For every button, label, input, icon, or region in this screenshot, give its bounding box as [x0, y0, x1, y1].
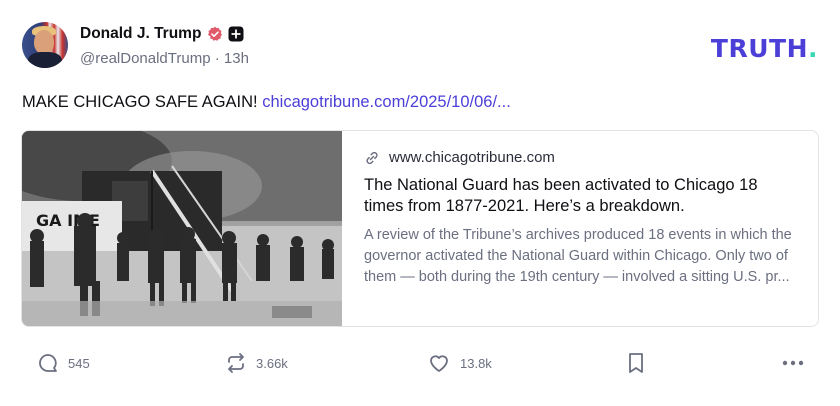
heart-icon [430, 355, 448, 372]
like-count: 13.8k [460, 355, 492, 371]
link-domain-row: www.chicagotribune.com [364, 149, 798, 166]
more-button[interactable] [782, 345, 813, 381]
link-icon [366, 151, 378, 164]
post-body: MAKE CHICAGO SAFE AGAIN! [22, 93, 258, 111]
bookmark-icon [629, 353, 643, 373]
author-handle[interactable]: @realDonaldTrump [80, 50, 211, 67]
link-preview-card[interactable]: GA IME www.chicagotribune.com The Nation… [21, 130, 819, 327]
truth-logo[interactable]: TRUTH. [711, 34, 818, 63]
avatar[interactable] [22, 22, 68, 68]
author-info: Donald J. Trump @realDonaldTrump · 13h [80, 23, 249, 67]
post-actions: 545 3.66k 13.8k [0, 345, 840, 381]
post-link[interactable]: chicagotribune.com/2025/10/06/... [262, 93, 511, 111]
more-icon [782, 360, 804, 366]
link-domain: www.chicagotribune.com [389, 149, 555, 166]
verified-badge-icon [207, 26, 223, 42]
retruth-button[interactable]: 3.66k [225, 345, 288, 381]
retruth-count: 3.66k [256, 355, 288, 371]
like-button[interactable]: 13.8k [427, 345, 492, 381]
bookmark-button[interactable] [627, 345, 654, 381]
plus-badge-icon [228, 26, 244, 42]
reply-button[interactable]: 545 [37, 345, 90, 381]
meta-separator: · [214, 50, 220, 67]
author-name[interactable]: Donald J. Trump [80, 25, 201, 43]
post-header: Donald J. Trump @realDonaldTrump · 13h [22, 22, 249, 68]
retruth-icon [228, 353, 244, 373]
post-text: MAKE CHICAGO SAFE AGAIN! chicagotribune.… [22, 93, 511, 112]
link-preview-body: www.chicagotribune.com The National Guar… [342, 131, 818, 326]
link-preview-image[interactable]: GA IME [22, 131, 342, 326]
author-meta: @realDonaldTrump · 13h [80, 50, 249, 67]
post-time[interactable]: 13h [224, 50, 249, 67]
reply-count: 545 [68, 355, 90, 371]
reply-icon [39, 354, 57, 372]
link-description: A review of the Tribune’s archives produ… [364, 227, 792, 285]
link-title[interactable]: The National Guard has been activated to… [364, 175, 798, 217]
